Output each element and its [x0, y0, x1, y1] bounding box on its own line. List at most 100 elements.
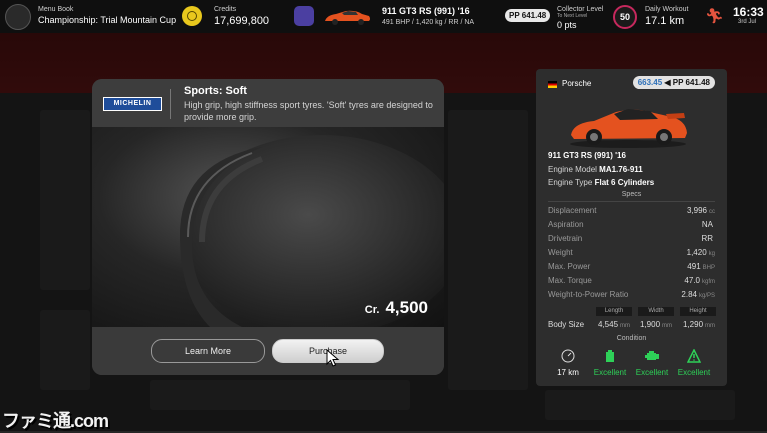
spec-unit: BHP [702, 265, 715, 271]
car-maker: Porsche [562, 79, 592, 88]
clock-date: 3rd Jul [738, 19, 757, 25]
spec-row: Weight 1,420 kg [548, 248, 715, 257]
brand-logo-text: MICHELIN [113, 100, 152, 107]
tyre-purchase-dialog: MICHELIN Sports: Soft High grip, high st… [92, 79, 444, 375]
top-bar: Menu Book Championship: Trial Mountain C… [0, 0, 767, 33]
pp-after: PP 641.48 [672, 78, 710, 87]
spec-unit: kg/PS [698, 293, 715, 299]
car-info-panel: Porsche 663.45 ◀ PP 641.48 911 GT3 RS (9… [536, 69, 727, 386]
spec-value: 3,996 [686, 206, 707, 215]
spec-row: Max. Power 491 BHP [548, 262, 715, 271]
engine-type-value: Flat 6 Cylinders [594, 178, 655, 187]
credits-label: Credits [214, 6, 237, 13]
michelin-logo: MICHELIN [103, 97, 162, 111]
daily-workout-label: Daily Workout [645, 6, 689, 13]
specs-header: Specs [621, 191, 642, 198]
to-next-level-label: To Next Level [557, 13, 588, 19]
mouse-cursor-icon [326, 349, 340, 367]
engine-type-label: Engine Type [548, 178, 593, 187]
spec-value: 47.0 [684, 276, 700, 285]
odometer-value: 17 km [557, 368, 579, 377]
condition-header: Condition [616, 335, 647, 342]
condition-engine: Excellent [632, 349, 672, 377]
engine-model-value: MA1.76-911 [599, 165, 643, 174]
spec-label: Displacement [548, 206, 597, 215]
panel-car-name: 911 GT3 RS (991) '16 [548, 151, 626, 160]
learn-more-button[interactable]: Learn More [151, 339, 265, 363]
condition-body: Excellent [674, 349, 714, 377]
current-car-specs: 491 BHP / 1,420 kg / RR / NA [382, 19, 475, 26]
current-car-pp-badge: PP 641.48 [505, 9, 551, 22]
spec-label: Drivetrain [548, 234, 583, 243]
body-width: 1,900 [640, 320, 661, 329]
condition-odometer: 17 km [548, 349, 588, 377]
specs-separator [548, 201, 715, 202]
body-length-unit: mm [620, 323, 631, 329]
dialog-footer: Learn More Purchase [92, 327, 444, 375]
current-car-name: 911 GT3 RS (991) '16 [382, 6, 470, 16]
engine-icon [645, 351, 659, 360]
spec-label: Max. Power [548, 262, 591, 271]
gt-logo-icon[interactable] [5, 4, 31, 30]
menu-book-label: Menu Book [38, 6, 74, 13]
body-length: 4,545 [598, 320, 619, 329]
price-currency: Cr. [364, 304, 380, 316]
condition-oil: Excellent [590, 349, 630, 377]
collector-level-badge: 50 [613, 5, 637, 29]
tyre-image [92, 127, 444, 335]
engine-type-line: Engine Type Flat 6 Cylinders [548, 178, 654, 187]
spec-row: Displacement 3,996 cc [548, 206, 715, 215]
length-header: Length [596, 307, 632, 316]
width-header: Width [638, 307, 674, 316]
pp-arrow: ◀ [664, 78, 671, 87]
spec-label: Weight-to-Power Ratio [548, 290, 629, 299]
famitsu-watermark: ファミ通.com [2, 411, 109, 431]
credits-icon [182, 6, 202, 26]
spec-label: Weight [548, 248, 573, 257]
spec-value: 491 [687, 262, 701, 271]
menu-book-value[interactable]: Championship: Trial Mountain Cup [38, 15, 176, 26]
dialog-header: MICHELIN Sports: Soft High grip, high st… [92, 79, 444, 127]
spec-label: Aspiration [548, 220, 584, 229]
height-header: Height [680, 307, 716, 316]
current-car-thumbnail [325, 10, 370, 25]
body-height: 1,290 [683, 320, 704, 329]
spec-row: Aspiration NA [548, 220, 715, 229]
tyre-title: Sports: Soft [184, 85, 247, 97]
spec-unit: cc [709, 209, 715, 215]
engine-model-label: Engine Model [548, 165, 597, 174]
spec-unit: kgfm [701, 279, 715, 285]
price-value: 4,500 [385, 298, 428, 317]
engine-value: Excellent [635, 368, 669, 377]
engine-model-line: Engine Model MA1.76-911 [548, 165, 643, 174]
car-image [570, 109, 687, 148]
garage-icon[interactable] [294, 6, 314, 26]
body-height-unit: mm [705, 323, 716, 329]
spec-value: 1,420 [686, 248, 707, 257]
pp-before: 663.45 [637, 78, 663, 87]
spec-label: Max. Torque [548, 276, 592, 285]
running-person-icon: 🏃︎ [705, 8, 725, 25]
body-size-label: Body Size [548, 320, 585, 329]
spec-value: NA [701, 220, 713, 229]
spec-row: Drivetrain RR [548, 234, 715, 243]
pp-change-badge: 663.45 ◀ PP 641.48 [632, 76, 715, 89]
warning-icon [687, 349, 701, 363]
clock-time: 16:33 [733, 5, 764, 19]
tyre-price: Cr. 4,500 [365, 298, 428, 318]
body-width-unit: mm [662, 323, 673, 329]
credits-value: 17,699,800 [214, 15, 270, 27]
germany-flag-icon [548, 81, 557, 88]
header-divider [170, 89, 171, 119]
daily-workout-value: 17.1 km [645, 15, 685, 27]
odometer-icon [561, 349, 575, 363]
collector-points: 0 pts [557, 20, 577, 30]
oil-icon [606, 350, 614, 362]
tyre-description: High grip, high stiffness sport tyres. '… [184, 100, 433, 122]
body-size-row: Body Size 4,545 mm 1,900 mm 1,290 mm [548, 320, 715, 329]
spec-unit: kg [708, 251, 715, 257]
spec-value: RR [701, 234, 713, 243]
spec-row: Max. Torque 47.0 kgfm [548, 276, 715, 285]
body-value: Excellent [677, 368, 711, 377]
spec-row: Weight-to-Power Ratio 2.84 kg/PS [548, 290, 715, 299]
